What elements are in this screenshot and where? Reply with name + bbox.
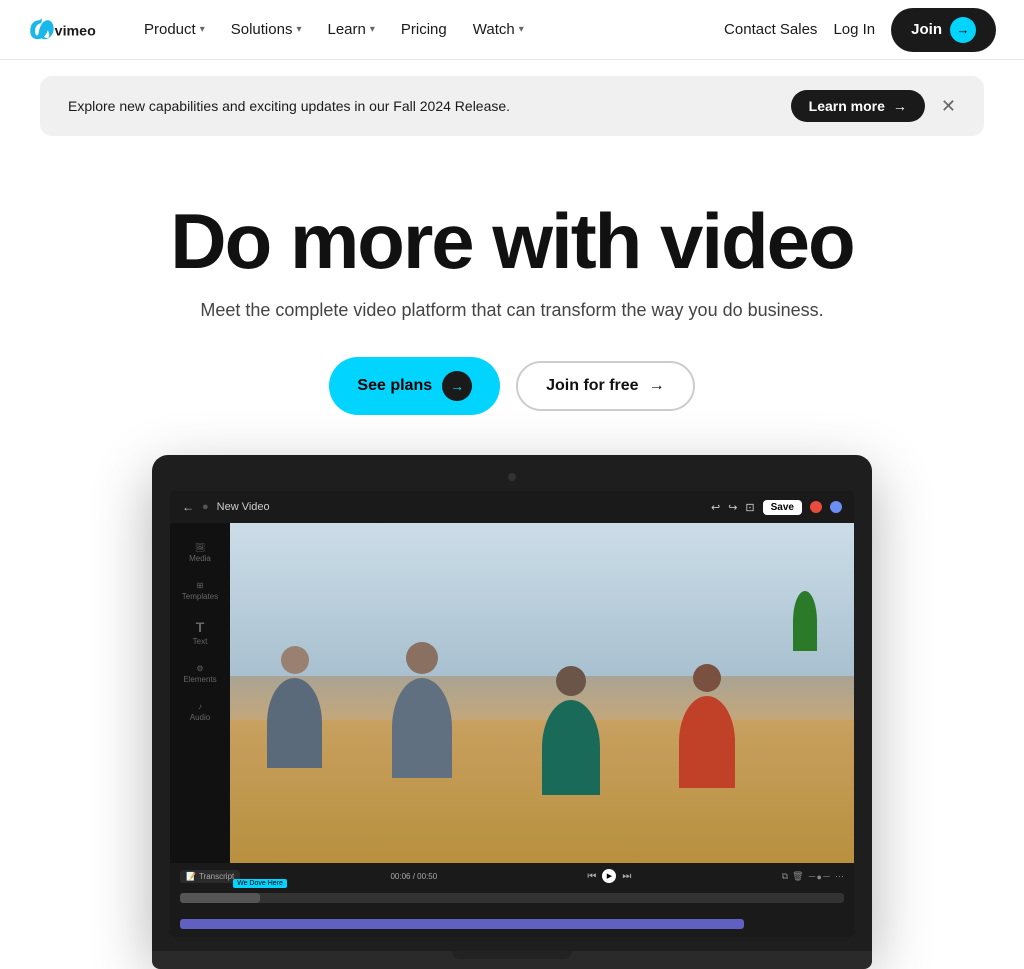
learn-more-arrow-icon: → [893, 98, 907, 114]
nav-solutions[interactable]: Solutions ▾ [221, 15, 312, 44]
laptop-camera [508, 473, 516, 481]
timeline-track-2[interactable] [180, 919, 744, 929]
navbar: vimeo Product ▾ Solutions ▾ Learn ▾ Pric… [0, 0, 1024, 60]
skip-back-icon[interactable]: ⏮ [587, 871, 596, 882]
app-sidebar: 🖼 Media ⊞ Templates T Text ⚙ [170, 523, 230, 863]
window-background [230, 523, 854, 676]
sidebar-media[interactable]: 🖼 Media [170, 533, 230, 571]
clip-label: We Dove Here [233, 879, 287, 888]
laptop-body: ← ● New Video ↩ ↪ ⊡ Save [152, 455, 872, 951]
banner-actions: Learn more → ✕ [791, 90, 956, 122]
user-avatar[interactable] [830, 501, 842, 513]
video-dot-icon: ● [202, 501, 209, 513]
timeline-area: 📝 Transcript 00:06 / 00:50 ⏮ ▶ ⏭ ⧉ 🗑 [170, 863, 854, 937]
timeline-right-controls: ⧉ 🗑 －●－ ⋯ [782, 870, 844, 883]
see-plans-arrow-icon: → [442, 371, 472, 401]
nav-product[interactable]: Product ▾ [134, 15, 215, 44]
sidebar-text[interactable]: T Text [170, 609, 230, 654]
screen-icon[interactable]: ⊡ [745, 501, 754, 514]
login-link[interactable]: Log In [833, 21, 875, 38]
time-display: 00:06 / 00:50 [390, 872, 437, 881]
laptop-hinge [452, 951, 572, 959]
nav-learn[interactable]: Learn ▾ [317, 15, 384, 44]
back-button[interactable]: ← [182, 500, 194, 514]
meeting-scene [230, 523, 854, 863]
hero-headline: Do more with video [20, 202, 1004, 280]
undo-icon[interactable]: ↩ [711, 501, 720, 514]
skip-forward-icon[interactable]: ⏭ [622, 871, 631, 882]
sidebar-audio[interactable]: ♪ Audio [170, 692, 230, 730]
app-header-left: ← ● New Video [182, 500, 270, 514]
sidebar-templates[interactable]: ⊞ Templates [170, 571, 230, 609]
announcement-banner: Explore new capabilities and exciting up… [40, 76, 984, 136]
laptop-base [152, 951, 872, 969]
nav-watch[interactable]: Watch ▾ [463, 15, 534, 44]
nav-right: Contact Sales Log In Join → [724, 8, 996, 52]
sidebar-elements[interactable]: ⚙ Elements [170, 654, 230, 692]
more-controls[interactable]: ⋯ [835, 871, 844, 882]
join-free-arrow-icon: → [649, 377, 665, 395]
hero-cta-buttons: See plans → Join for free → [20, 357, 1004, 415]
track-bar-1[interactable] [180, 893, 844, 903]
learn-chevron-icon: ▾ [370, 24, 375, 35]
laptop-screen: ← ● New Video ↩ ↪ ⊡ Save [170, 491, 854, 937]
transcript-badge[interactable]: 📝 Transcript [180, 870, 240, 883]
watch-chevron-icon: ▾ [519, 24, 524, 35]
svg-text:vimeo: vimeo [55, 23, 96, 39]
nav-pricing[interactable]: Pricing [391, 15, 457, 44]
track-progress [180, 893, 260, 903]
copy-icon[interactable]: ⧉ [782, 871, 788, 882]
app-main-area: 🖼 Media ⊞ Templates T Text ⚙ [170, 523, 854, 863]
learn-more-button[interactable]: Learn more → [791, 90, 925, 122]
person-3 [542, 666, 600, 795]
see-plans-button[interactable]: See plans → [329, 357, 500, 415]
join-free-button[interactable]: Join for free → [516, 361, 694, 411]
app-header-right: ↩ ↪ ⊡ Save [711, 500, 842, 515]
person-2 [392, 642, 452, 778]
hero-subheadline: Meet the complete video platform that ca… [20, 300, 1004, 321]
play-button[interactable]: ▶ [602, 869, 616, 883]
close-banner-button[interactable]: ✕ [941, 96, 956, 117]
app-header: ← ● New Video ↩ ↪ ⊡ Save [170, 491, 854, 523]
contact-sales-link[interactable]: Contact Sales [724, 21, 817, 38]
laptop-mockup: ← ● New Video ↩ ↪ ⊡ Save [0, 445, 1024, 969]
save-button[interactable]: Save [763, 500, 802, 515]
playback-controls: ⏮ ▶ ⏭ [587, 869, 631, 883]
nav-left: vimeo Product ▾ Solutions ▾ Learn ▾ Pric… [28, 15, 534, 44]
person-4 [679, 664, 735, 788]
video-preview [230, 523, 854, 863]
banner-text: Explore new capabilities and exciting up… [68, 98, 510, 114]
zoom-controls[interactable]: －●－ [808, 870, 831, 883]
plant-decoration [793, 591, 817, 651]
hero-section: Do more with video Meet the complete vid… [0, 152, 1024, 445]
laptop-device: ← ● New Video ↩ ↪ ⊡ Save [152, 455, 872, 969]
record-button[interactable] [810, 501, 822, 513]
join-button[interactable]: Join → [891, 8, 996, 52]
app-video-title: New Video [217, 501, 270, 513]
person-1 [267, 646, 322, 768]
solutions-chevron-icon: ▾ [296, 24, 301, 35]
logo[interactable]: vimeo [28, 18, 108, 42]
product-chevron-icon: ▾ [200, 24, 205, 35]
timeline-track-1: We Dove Here [180, 893, 844, 913]
redo-icon[interactable]: ↪ [728, 501, 737, 514]
join-arrow-icon: → [950, 17, 976, 43]
delete-icon[interactable]: 🗑 [792, 871, 803, 882]
